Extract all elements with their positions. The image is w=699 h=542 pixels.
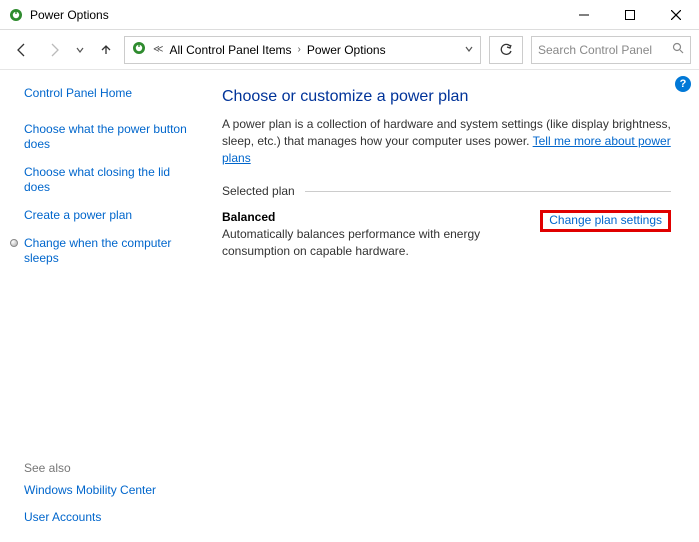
page-description: A power plan is a collection of hardware… [222,116,671,166]
sidebar-link-create-plan[interactable]: Create a power plan [24,208,188,224]
forward-button[interactable] [40,36,68,64]
selected-plan-section: Selected plan [222,184,671,198]
breadcrumb-item-power[interactable]: Power Options [307,43,386,57]
maximize-button[interactable] [607,0,653,30]
window-title: Power Options [30,8,561,22]
selected-plan-label: Selected plan [222,184,295,198]
power-options-icon [8,7,24,23]
close-button[interactable] [653,0,699,30]
refresh-button[interactable] [489,36,523,64]
address-bar: ≪ All Control Panel Items › Power Option… [0,30,699,70]
breadcrumb-separator: ≪ [153,44,163,55]
recent-locations-dropdown[interactable] [72,36,88,64]
change-plan-settings-link[interactable]: Change plan settings [545,211,666,229]
search-icon [672,42,684,57]
sidebar-link-change-sleep[interactable]: Change when the computer sleeps [24,236,188,267]
plan-row: Balanced Automatically balances performa… [222,210,671,260]
page-heading: Choose or customize a power plan [222,88,671,106]
breadcrumb-bar[interactable]: ≪ All Control Panel Items › Power Option… [124,36,481,64]
search-placeholder: Search Control Panel [538,43,652,57]
sidebar-link-closing-lid[interactable]: Choose what closing the lid does [24,165,188,196]
address-dropdown-icon[interactable] [464,43,474,57]
content-body: ? Control Panel Home Choose what the pow… [0,70,699,542]
back-button[interactable] [8,36,36,64]
current-page-marker-icon [10,239,18,247]
section-divider [305,191,671,192]
breadcrumb-item-all[interactable]: All Control Panel Items [169,43,291,57]
control-panel-home-link[interactable]: Control Panel Home [24,86,188,102]
sidebar: Control Panel Home Choose what the power… [0,70,200,542]
see-also-user-accounts[interactable]: User Accounts [24,510,188,526]
minimize-button[interactable] [561,0,607,30]
search-input[interactable]: Search Control Panel [531,36,691,64]
main-panel: Choose or customize a power plan A power… [200,70,699,542]
plan-name: Balanced [222,210,540,224]
see-also-heading: See also [24,461,188,475]
up-button[interactable] [92,36,120,64]
sidebar-link-power-button[interactable]: Choose what the power button does [24,122,188,153]
plan-description: Automatically balances performance with … [222,226,540,260]
chevron-right-icon[interactable]: › [298,44,301,55]
highlight-box: Change plan settings [540,210,671,232]
see-also-mobility-center[interactable]: Windows Mobility Center [24,483,188,499]
control-panel-icon [131,40,147,59]
titlebar: Power Options [0,0,699,30]
